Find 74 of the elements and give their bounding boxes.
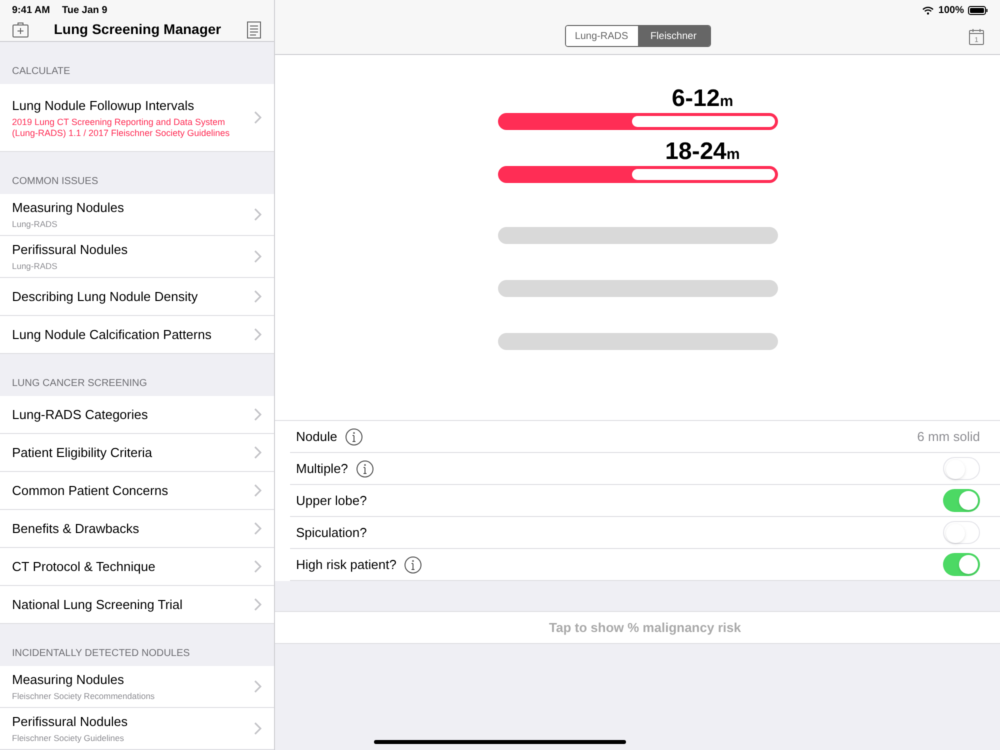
toggle-switch[interactable] bbox=[943, 521, 980, 544]
sidebar-title: Lung Screening Manager bbox=[54, 20, 222, 39]
medical-case-icon[interactable] bbox=[12, 22, 29, 38]
toggle-switch[interactable] bbox=[943, 553, 980, 576]
item-title: Common Patient Concerns bbox=[12, 482, 168, 500]
item-title: Benefits & Drawbacks bbox=[12, 520, 140, 538]
interval-value: 18-24 bbox=[665, 138, 727, 166]
item-title: Perifissural Nodules bbox=[12, 241, 128, 260]
sidebar-item[interactable]: National Lung Screening Trial bbox=[0, 586, 274, 624]
chevron-icon bbox=[254, 522, 262, 535]
item-title: Perifissural Nodules bbox=[12, 713, 128, 732]
section-header: CALCULATE bbox=[11, 65, 72, 79]
section-header: LUNG CANCER SCREENING bbox=[11, 377, 148, 391]
chevron-icon bbox=[254, 328, 262, 341]
sidebar-item[interactable]: Perifissural Nodules Lung-RADS bbox=[0, 236, 274, 278]
form-label: Spiculation? bbox=[295, 524, 367, 542]
sidebar-item[interactable]: Measuring Nodules Fleischner Society Recommendations bbox=[0, 666, 274, 708]
status-time: 9:41 AM bbox=[12, 4, 50, 18]
chevron-icon bbox=[254, 290, 262, 303]
sidebar-item[interactable]: Lung-RADS Categories bbox=[0, 396, 274, 434]
item-title: Patient Eligibility Criteria bbox=[12, 444, 152, 462]
chevron-icon bbox=[254, 446, 262, 459]
battery-icon bbox=[968, 6, 988, 15]
chevron-icon bbox=[254, 680, 262, 693]
sidebar-item[interactable]: Lung Nodule Followup Intervals 2019 Lung CT Screening Reporting and Data System (Lung-RADS) 1.1 / 2017 Fleischner Society Guidelines bbox=[0, 84, 274, 152]
item-title: Lung Nodule Calcification Patterns bbox=[12, 326, 212, 344]
sidebar-item[interactable]: CT Protocol & Technique bbox=[0, 548, 274, 586]
interval-unit: m bbox=[720, 92, 734, 112]
chevron-icon bbox=[254, 208, 262, 221]
item-subtitle: Lung-RADS bbox=[12, 260, 58, 273]
item-title: Lung Nodule Followup Intervals bbox=[12, 96, 196, 115]
item-title: Measuring Nodules bbox=[12, 199, 124, 218]
document-icon[interactable] bbox=[246, 20, 262, 38]
form-label: Upper lobe? bbox=[295, 492, 367, 510]
item-subtitle: Lung-RADS bbox=[12, 218, 58, 231]
item-title: Describing Lung Nodule Density bbox=[12, 288, 198, 306]
item-title: Lung-RADS Categories bbox=[12, 406, 148, 424]
item-title: National Lung Screening Trial bbox=[12, 596, 183, 614]
info-icon[interactable] bbox=[356, 460, 374, 478]
status-date: Tue Jan 9 bbox=[62, 4, 108, 18]
form-label: Nodule bbox=[295, 428, 338, 446]
info-icon[interactable] bbox=[404, 556, 422, 574]
toggle-switch[interactable] bbox=[943, 489, 980, 512]
sidebar-item[interactable]: Measuring Nodules Lung-RADS bbox=[0, 194, 274, 236]
chevron-icon bbox=[254, 408, 262, 421]
sidebar-item[interactable]: Patient Eligibility Criteria bbox=[0, 434, 274, 472]
chevron-icon bbox=[254, 560, 262, 573]
sidebar-item[interactable]: Benefits & Drawbacks bbox=[0, 510, 274, 548]
chevron-icon bbox=[254, 250, 262, 263]
sidebar-item[interactable]: Lung Nodule Calcification Patterns bbox=[0, 316, 274, 354]
battery-percent: 100% bbox=[938, 4, 964, 18]
section-header: COMMON ISSUES bbox=[11, 175, 100, 189]
sidebar-item[interactable]: Perifissural Nodules Fleischner Society Guidelines bbox=[0, 708, 274, 750]
wifi-icon bbox=[922, 6, 934, 15]
item-subtitle: Fleischner Society Recommendations bbox=[12, 690, 155, 703]
chevron-icon bbox=[254, 598, 262, 611]
item-subtitle: Fleischner Society Guidelines bbox=[12, 732, 125, 745]
item-subtitle: 2019 Lung CT Screening Reporting and Data System (Lung-RADS) 1.1 / 2017 Fleischner Society Guidelines bbox=[12, 117, 231, 140]
segment-tab[interactable]: Lung-RADS bbox=[566, 26, 638, 46]
form-label: High risk patient? bbox=[295, 556, 396, 574]
item-title: CT Protocol & Technique bbox=[12, 558, 156, 576]
interval-unit: m bbox=[726, 145, 740, 165]
toggle-switch[interactable] bbox=[943, 457, 980, 480]
chevron-icon bbox=[254, 484, 262, 497]
section-header: INCIDENTALLY DETECTED NODULES bbox=[11, 647, 191, 661]
item-title: Measuring Nodules bbox=[12, 671, 126, 690]
sidebar-item[interactable]: Common Patient Concerns bbox=[0, 472, 274, 510]
segment-tab[interactable]: Fleischner bbox=[638, 26, 710, 46]
chevron-icon bbox=[254, 111, 262, 124]
chevron-icon bbox=[254, 722, 262, 735]
form-label: Multiple? bbox=[295, 460, 348, 478]
interval-value: 6-12 bbox=[672, 85, 720, 113]
info-icon[interactable] bbox=[345, 428, 364, 446]
sidebar-item[interactable]: Describing Lung Nodule Density bbox=[0, 278, 274, 316]
